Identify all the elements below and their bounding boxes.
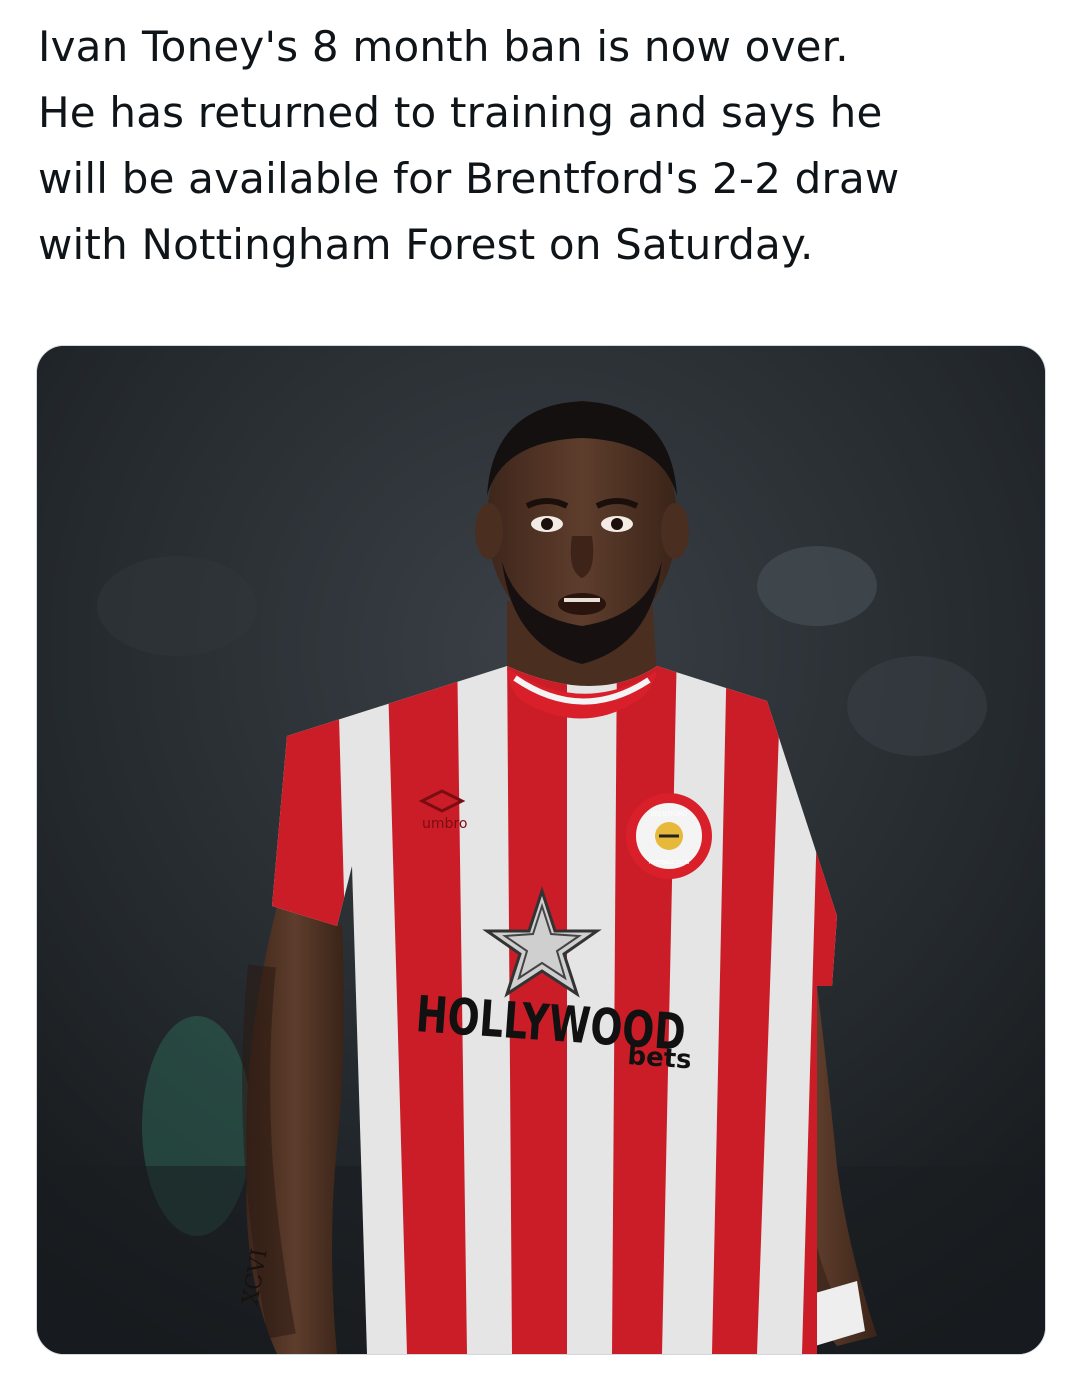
tweet-media-image[interactable]: umbro BRENTFORD FOOTBALL CLUB HOLLYWOOD … — [36, 345, 1046, 1355]
crest-text-bottom: FOOTBALL CLUB — [649, 860, 691, 866]
player-photo: umbro BRENTFORD FOOTBALL CLUB HOLLYWOOD … — [37, 346, 1045, 1354]
tweet-text-line: with Nottingham Forest on Saturday. — [38, 220, 814, 269]
crest-text-top: BRENTFORD — [650, 811, 688, 818]
kit-brand-text: umbro — [422, 816, 467, 832]
tweet-text-line: He has returned to training and says he — [38, 88, 883, 137]
tweet-text-line: will be available for Brentford's 2-2 dr… — [38, 154, 900, 203]
club-crest: BRENTFORD FOOTBALL CLUB — [626, 793, 712, 879]
sponsor-sub-text: bets — [627, 1041, 693, 1075]
tweet-text-line: Ivan Toney's 8 month ban is now over. — [38, 22, 849, 71]
tweet-text: Ivan Toney's 8 month ban is now over. He… — [38, 14, 1048, 278]
